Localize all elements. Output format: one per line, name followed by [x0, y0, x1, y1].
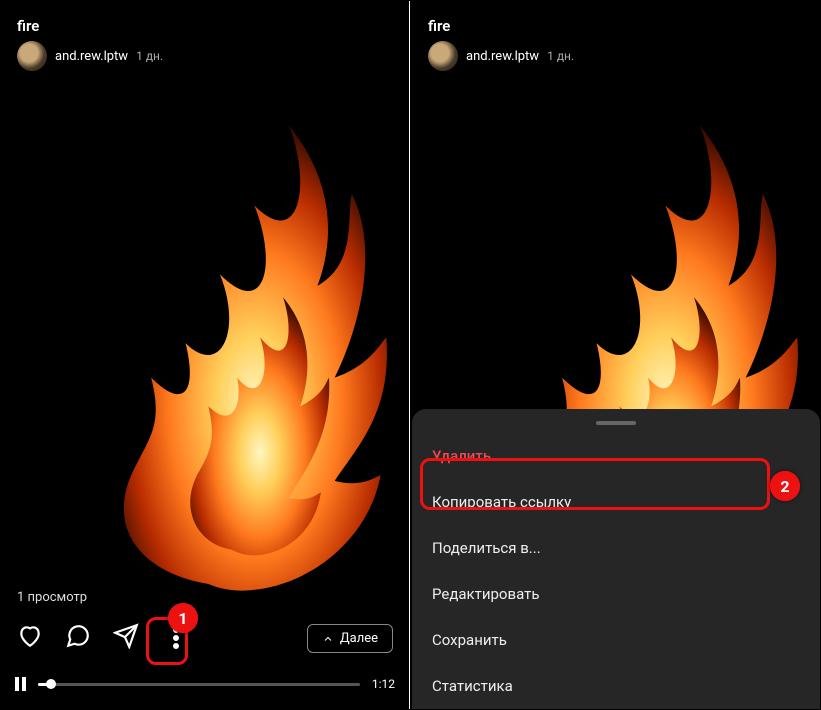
- menu-save[interactable]: Сохранить: [412, 617, 820, 663]
- video-title: fire: [17, 17, 163, 35]
- username-label: and.rew.lptw: [466, 49, 539, 64]
- action-bar: [17, 623, 191, 653]
- bottom-sheet: Удалить Копировать ссылку Поделиться в..…: [412, 409, 820, 709]
- menu-copy-link[interactable]: Копировать ссылку: [412, 479, 820, 525]
- duration-label: 1:12: [372, 677, 395, 691]
- comment-icon[interactable]: [65, 623, 91, 653]
- next-button[interactable]: Далее: [307, 624, 393, 653]
- username-label: and.rew.lptw: [55, 49, 128, 64]
- avatar[interactable]: [428, 41, 458, 71]
- timestamp-label: 1 дн.: [136, 49, 163, 63]
- panel-video: fire and.rew.lptw 1 дн. 1 просмотр 1: [1, 1, 409, 709]
- video-header: fire and.rew.lptw 1 дн.: [17, 17, 163, 71]
- like-icon[interactable]: [17, 623, 43, 653]
- progress-slider[interactable]: [38, 683, 360, 686]
- menu-delete[interactable]: Удалить: [412, 433, 820, 479]
- annotation-marker-1: 1: [168, 603, 198, 633]
- author-row[interactable]: and.rew.lptw 1 дн.: [428, 41, 574, 71]
- menu-edit[interactable]: Редактировать: [412, 571, 820, 617]
- timestamp-label: 1 дн.: [547, 49, 574, 63]
- video-title: fire: [428, 17, 574, 35]
- avatar[interactable]: [17, 41, 47, 71]
- chevron-up-icon: [322, 633, 334, 645]
- playback-bar: 1:12: [15, 677, 395, 691]
- pause-icon[interactable]: [15, 677, 26, 691]
- sheet-handle[interactable]: [596, 421, 636, 425]
- menu-share[interactable]: Поделиться в...: [412, 525, 820, 571]
- author-row[interactable]: and.rew.lptw 1 дн.: [17, 41, 163, 71]
- menu-stats[interactable]: Статистика: [412, 663, 820, 709]
- views-count: 1 просмотр: [17, 590, 87, 605]
- annotation-marker-2: 2: [770, 471, 800, 501]
- panel-menu: fire and.rew.lptw 1 дн. Удалить Копирова…: [412, 1, 820, 709]
- share-icon[interactable]: [113, 623, 139, 653]
- next-label: Далее: [340, 631, 378, 646]
- video-header: fire and.rew.lptw 1 дн.: [428, 17, 574, 71]
